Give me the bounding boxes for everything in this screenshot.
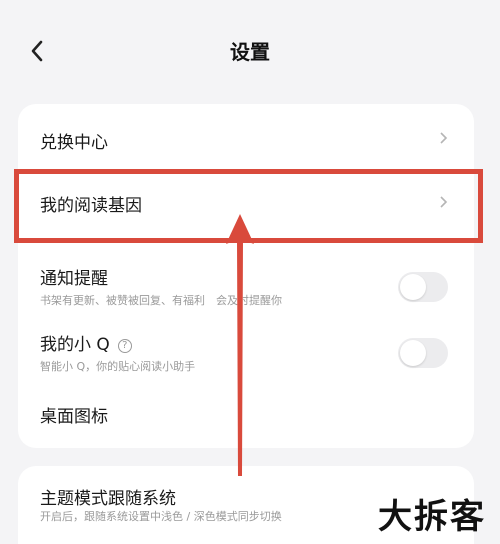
toggle-knob [400, 274, 426, 300]
theme-follow-system-subtitle: 开启后，跟随系统设置中浅色 / 深色模式同步切换 [40, 510, 282, 523]
help-icon[interactable]: ? [117, 339, 132, 353]
reading-genes-label: 我的阅读基因 [40, 196, 142, 216]
notifications-label: 通知提醒 [40, 269, 108, 289]
exchange-center-row[interactable]: 兑换中心 [18, 104, 474, 170]
my-q-toggle[interactable] [398, 338, 448, 368]
settings-card: 兑换中心 我的阅读基因 通知提醒 书架有更新、被赞被回复、有福利 会及时提醒你 … [18, 104, 474, 448]
reading-genes-row[interactable]: 我的阅读基因 [18, 170, 474, 240]
notifications-toggle[interactable] [398, 272, 448, 302]
my-q-subtitle: 智能小 Q，你的贴心阅读小助手 [40, 360, 196, 373]
exchange-center-label: 兑换中心 [40, 133, 108, 153]
notifications-subtitle: 书架有更新、被赞被回复、有福利 会及时提醒你 [40, 294, 282, 307]
desktop-icon-label: 桌面图标 [40, 407, 108, 427]
header: 设置 [0, 0, 500, 100]
notifications-row: 通知提醒 书架有更新、被赞被回复、有福利 会及时提醒你 [18, 240, 474, 310]
my-q-label: 我的小 Q [40, 335, 110, 355]
theme-follow-system-label: 主题模式跟随系统 [40, 489, 176, 509]
my-q-row: 我的小 Q? 智能小 Q，你的贴心阅读小助手 [18, 310, 474, 380]
desktop-icon-row[interactable]: 桌面图标 [18, 380, 474, 448]
chevron-right-icon [440, 196, 448, 208]
my-q-label-wrap: 我的小 Q? [40, 330, 132, 355]
toggle-knob [400, 340, 426, 366]
page-title: 设置 [230, 40, 270, 64]
watermark: 大拆客 [378, 497, 486, 537]
chevron-right-icon [440, 132, 448, 144]
